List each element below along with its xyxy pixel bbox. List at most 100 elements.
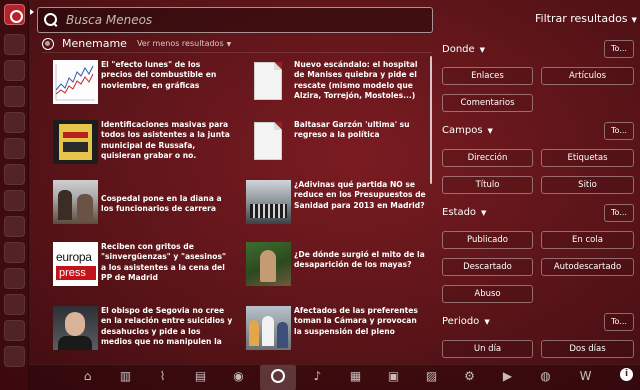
launcher-item[interactable] [4,190,25,211]
result-title: Nuevo escándalo: el hospital de Manises … [294,60,418,101]
see-fewer-results-label: Ver menos resultados [136,39,224,48]
result-title: Reciben con gritos de "sinvergüenzas" y … [101,242,226,283]
logo-text-top: europa [56,250,92,264]
filter-option[interactable]: Enlaces [442,67,533,85]
launcher-item[interactable] [4,112,25,133]
filter-section-label: Campos [442,125,483,136]
result-item[interactable]: europa press Reciben con gritos de "sinv… [53,242,233,294]
filter-section-estado[interactable]: Estado ▼ [442,207,486,218]
files-icon[interactable]: ⌇ [155,369,170,384]
see-fewer-results-button[interactable]: Ver menos resultados ▼ [137,39,231,48]
menemame-icon [42,37,54,50]
home-icon[interactable]: ⌂ [80,369,95,384]
result-item[interactable]: El obispo de Segovia no cree en la relac… [53,306,233,358]
europapress-logo: europa press [53,242,98,286]
chevron-down-icon: ▼ [484,318,490,326]
launcher-item[interactable] [4,268,25,289]
result-item[interactable]: El "efecto lunes" de los precios del com… [53,60,233,112]
filter-section-label: Estado [442,207,477,218]
filter-option[interactable]: Título [442,176,533,194]
document-icon[interactable]: ▤ [193,369,208,384]
chevron-down-icon: ▼ [487,127,493,135]
result-title: El obispo de Segovia no cree en la relac… [101,306,233,347]
filter-option[interactable]: Sitio [541,176,634,194]
shopping-icon[interactable]: ⚙ [462,369,477,384]
result-item[interactable]: Afectados de las preferentes toman la Cá… [246,306,426,358]
result-title: ¿Adivinas qué partida NO se reduce en lo… [294,180,426,210]
chevron-down-icon: ▼ [226,41,232,48]
video-icon[interactable]: ▶ [500,369,515,384]
filter-option[interactable]: Un día [442,340,533,358]
music-note-icon[interactable]: ♪ [310,369,325,384]
result-item[interactable]: ¿De dónde surgió el mito de la desaparic… [246,242,426,294]
music-icon[interactable]: ◉ [231,369,246,384]
filter-option[interactable]: Comentarios [442,94,533,112]
result-thumbnail [246,180,291,224]
filter-all-button[interactable]: To... [604,204,634,222]
filter-results-toggle[interactable]: Filtrar resultados ▼ [535,12,637,25]
launcher [0,0,29,390]
launcher-item[interactable] [4,138,25,159]
result-thumbnail [53,306,98,350]
launcher-item[interactable] [4,86,25,107]
launcher-item[interactable] [4,346,25,367]
result-title: Baltasar Garzón 'ultima' su regreso a la… [294,120,410,140]
books-icon[interactable]: ▦ [348,369,363,384]
result-item[interactable]: Cospedal pone en la diana a los funciona… [53,180,233,232]
result-title: Afectados de las preferentes toman la Cá… [294,306,418,336]
result-item[interactable]: Nuevo escándalo: el hospital de Manises … [246,60,426,112]
filter-option[interactable]: En cola [541,231,634,249]
filter-option[interactable]: Etiquetas [541,149,634,167]
filter-option[interactable]: Autodescartado [541,258,634,276]
result-title: Identificaciones masivas para todos los … [101,120,230,161]
launcher-item[interactable] [4,60,25,81]
wikipedia-icon[interactable]: W [578,369,593,384]
filter-option[interactable]: Artículos [541,67,634,85]
dash-home-button[interactable] [4,4,25,25]
search-input[interactable] [66,13,426,27]
filter-all-button[interactable]: To... [604,122,634,140]
filter-section-donde[interactable]: Donde ▼ [442,44,485,55]
launcher-item[interactable] [4,164,25,185]
launcher-item[interactable] [4,216,25,237]
launcher-item[interactable] [4,242,25,263]
launcher-item[interactable] [4,320,25,341]
result-thumbnail [246,242,291,286]
result-thumbnail [246,306,291,350]
search-bar[interactable] [37,7,433,33]
filter-section-campos[interactable]: Campos ▼ [442,125,493,136]
radio-icon[interactable]: ▨ [424,369,439,384]
results-scrollbar[interactable] [430,56,432,184]
filter-all-button[interactable]: To... [604,40,634,58]
result-title: El "efecto lunes" de los precios del com… [101,60,217,90]
chevron-down-icon: ▼ [631,16,637,24]
filter-section-label: Donde [442,44,475,55]
results-group-name: Menemame [62,37,127,50]
filter-option[interactable]: Abuso [442,285,533,303]
result-item[interactable]: Baltasar Garzón 'ultima' su regreso a la… [246,120,426,172]
web-icon[interactable]: ◍ [538,369,553,384]
applications-icon[interactable]: ▥ [118,369,133,384]
document-icon [246,120,291,164]
result-thumbnail [53,60,98,104]
menemame-icon[interactable] [271,369,285,383]
result-thumbnail [53,120,98,164]
filter-section-periodo[interactable]: Periodo ▼ [442,316,490,327]
info-icon[interactable]: i [620,368,633,381]
result-thumbnail [53,180,98,224]
search-icon [44,13,58,27]
launcher-item[interactable] [4,294,25,315]
result-item[interactable]: ¿Adivinas qué partida NO se reduce en lo… [246,180,426,232]
chevron-down-icon: ▼ [481,209,487,217]
filter-section-label: Periodo [442,316,480,327]
launcher-item[interactable] [4,34,25,55]
photos-icon[interactable]: ▣ [386,369,401,384]
result-item[interactable]: Identificaciones masivas para todos los … [53,120,233,172]
filter-option[interactable]: Dirección [442,149,533,167]
filter-option[interactable]: Dos días [541,340,634,358]
filter-option[interactable]: Publicado [442,231,533,249]
filter-all-button[interactable]: To... [604,313,634,331]
result-title: Cospedal pone en la diana a los funciona… [101,194,222,214]
filter-option[interactable]: Descartado [442,258,533,276]
logo-text-bottom: press [56,266,96,280]
